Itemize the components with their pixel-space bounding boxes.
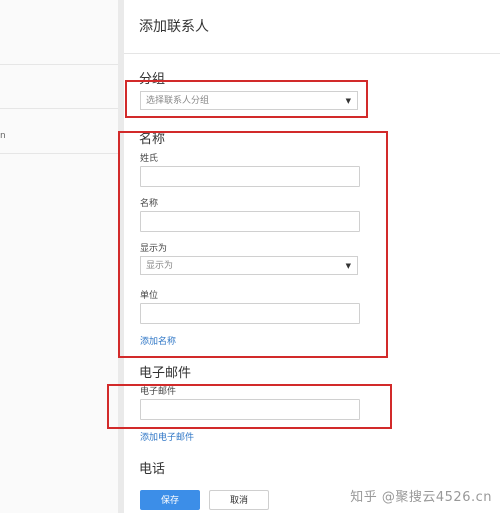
highlight-box xyxy=(125,80,368,118)
email-section-title: 电子邮件 xyxy=(139,366,192,381)
page-title: 添加联系人 xyxy=(139,19,209,35)
add-contact-panel: 添加联系人 分组 选择联系人分组 ▼ 名称 姓氏 名称 显示为 显示为 ▼ 单位… xyxy=(107,0,500,513)
save-button[interactable]: 保存 xyxy=(140,490,200,510)
phone-section-title: 电话 xyxy=(139,462,166,477)
list-item[interactable] xyxy=(0,20,118,65)
contact-list-pane: n xyxy=(0,0,119,513)
watermark-text: 知乎 @聚搜云4526.cn xyxy=(350,490,492,505)
list-item-label: n xyxy=(0,131,6,141)
add-email-link[interactable]: 添加电子邮件 xyxy=(140,430,194,443)
list-item[interactable] xyxy=(0,64,118,109)
cancel-button[interactable]: 取消 xyxy=(209,490,269,510)
highlight-box xyxy=(118,131,388,358)
list-item[interactable]: n xyxy=(0,109,118,154)
highlight-box xyxy=(107,384,392,429)
title-divider xyxy=(124,53,500,54)
